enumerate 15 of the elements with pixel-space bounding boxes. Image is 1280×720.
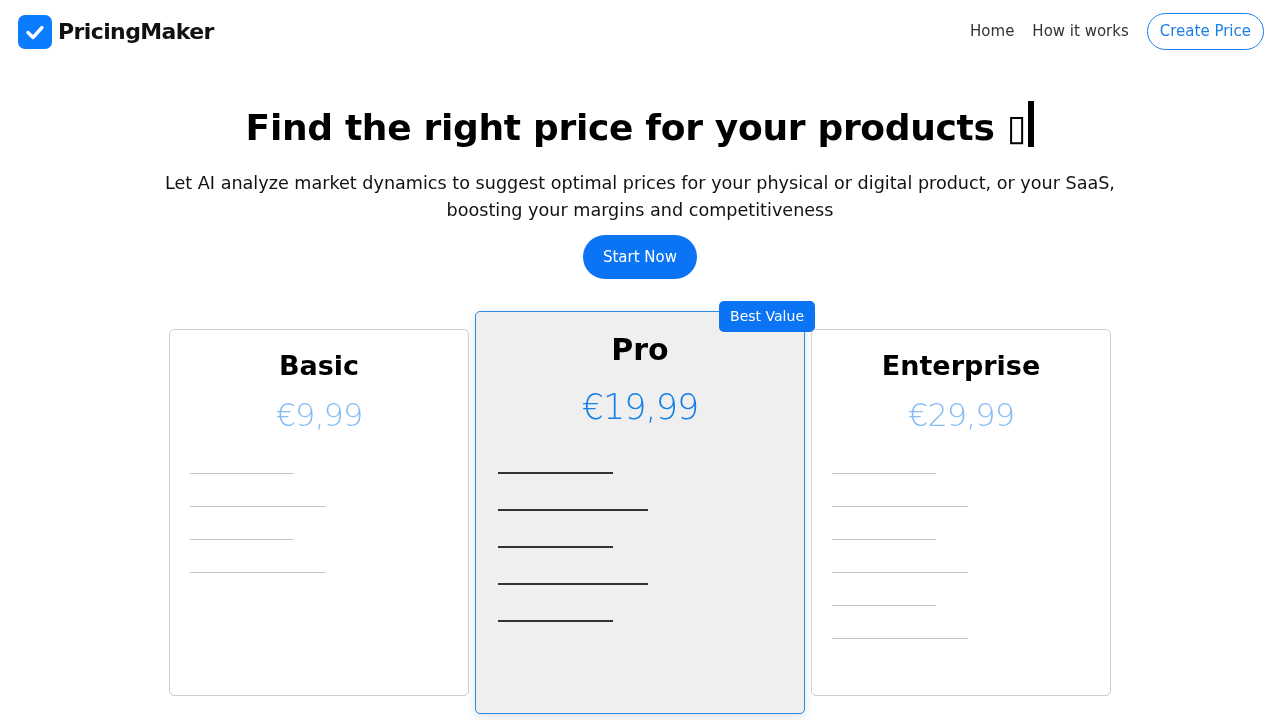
create-price-button[interactable]: Create Price: [1146, 13, 1264, 50]
plan-price: €19,99: [580, 385, 700, 429]
nav-link[interactable]: Home: [970, 20, 1015, 43]
plan-price: €9,99: [274, 394, 364, 436]
plan-name: Pro: [610, 330, 670, 369]
plan-name: Basic: [277, 348, 361, 383]
brand-name[interactable]: PricingMaker: [58, 15, 214, 48]
check-logo-icon[interactable]: [18, 14, 52, 49]
plan-price: €29,99: [907, 394, 1015, 436]
plan-name: Enterprise: [880, 348, 1042, 383]
hero-subtitle: Let AI analyze market dynamics to suggest optimal prices for your physical or digital product, or your SaaS, boosting your margins and competitiveness: [164, 171, 1116, 222]
nav-link[interactable]: How it works: [1032, 20, 1129, 43]
best-value-badge: Best Value: [719, 300, 815, 333]
start-now-button[interactable]: Start Now: [582, 234, 698, 279]
hero-title: Find the right price for your products ▯: [245, 106, 1027, 150]
